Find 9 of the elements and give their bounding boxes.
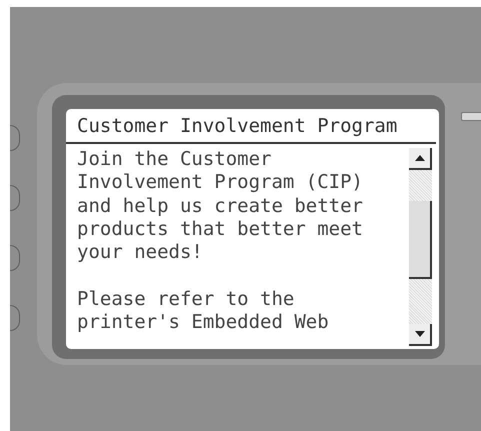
scroll-thumb[interactable] (409, 201, 432, 279)
message-paragraph: Join the Customer Involvement Program (CIP) and help us create better products that better meet your needs! (77, 148, 364, 264)
scroll-bar[interactable] (409, 148, 432, 346)
screen-title: Customer Involvement Program (66, 109, 436, 144)
scroll-down-button[interactable] (409, 324, 432, 346)
down-triangle-icon (414, 330, 426, 338)
up-triangle-icon (414, 154, 426, 162)
message-paragraph: Please refer to the printer's Embedded Web (77, 288, 330, 334)
scroll-up-button[interactable] (409, 148, 432, 170)
